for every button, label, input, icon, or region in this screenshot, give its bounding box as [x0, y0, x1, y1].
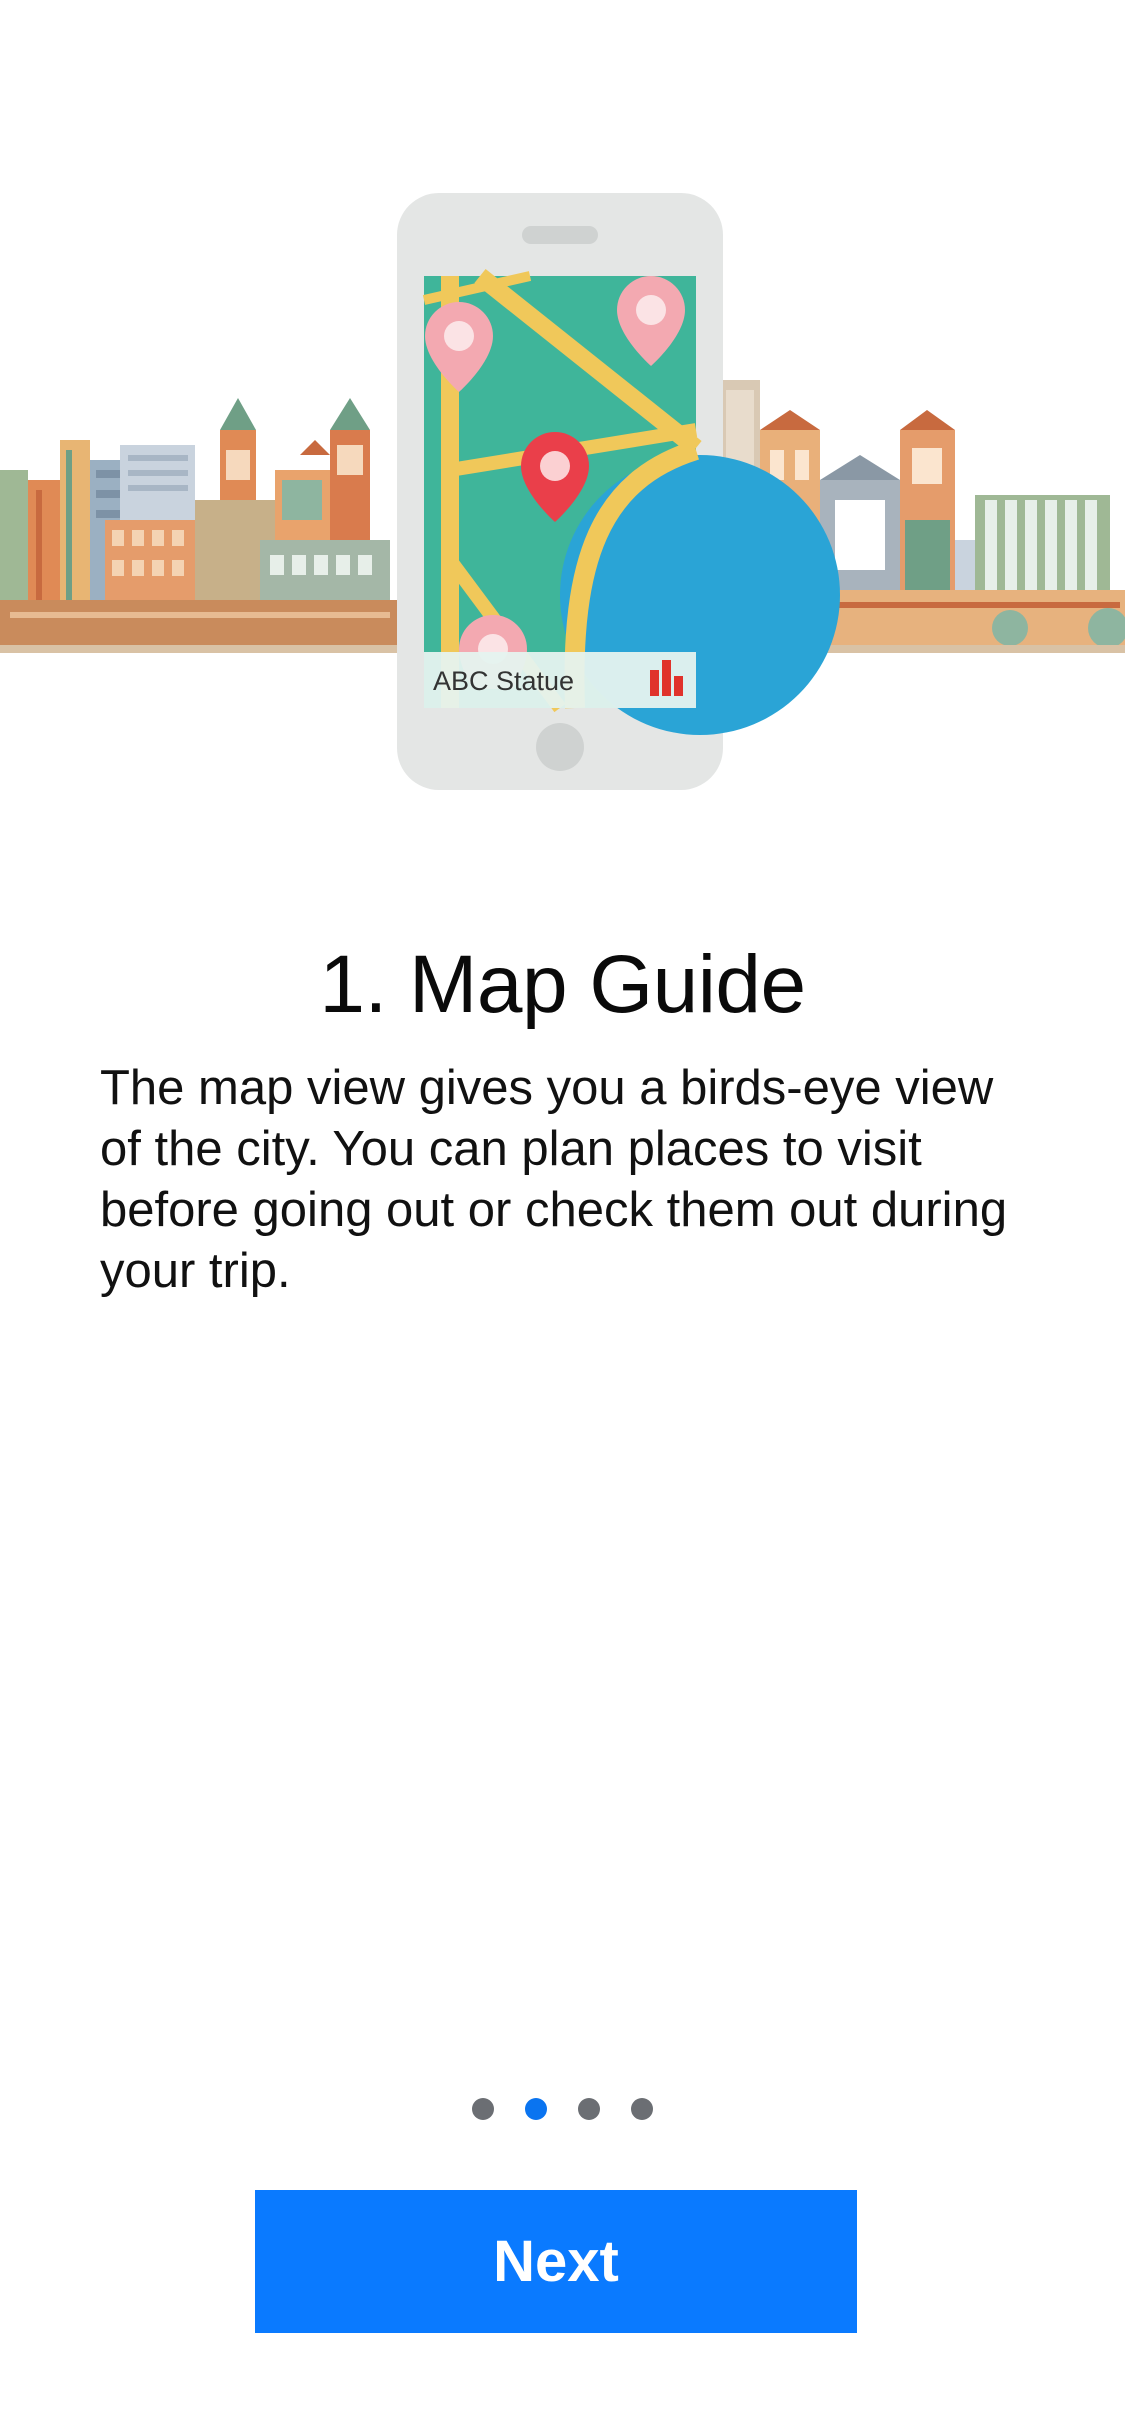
phone-illustration: ABC Statue [397, 193, 840, 790]
page-dot-1[interactable] [472, 2098, 494, 2120]
page-dot-2-active[interactable] [525, 2098, 547, 2120]
onboarding-illustration: ABC Statue [0, 0, 1125, 820]
page-dot-3[interactable] [578, 2098, 600, 2120]
next-button[interactable]: Next [255, 2190, 857, 2333]
page-indicator[interactable] [0, 2098, 1125, 2122]
page-description: The map view gives you a birds-eye view … [100, 1061, 1008, 1298]
page-dot-4[interactable] [631, 2098, 653, 2120]
page-title: 1. Map Guide [319, 939, 806, 1030]
place-caption: ABC Statue [433, 666, 574, 696]
